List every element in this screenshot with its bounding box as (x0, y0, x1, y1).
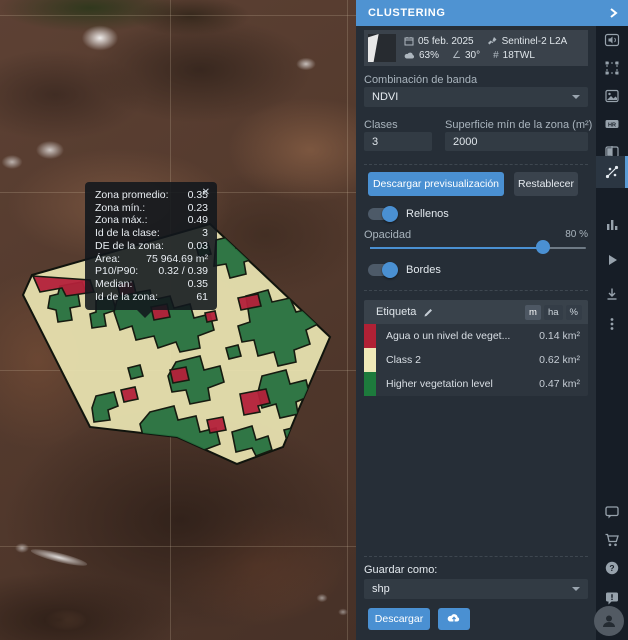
opacity-slider-thumb[interactable] (536, 240, 550, 254)
scene-date: 05 feb. 2025 (404, 36, 474, 47)
tooltip-value: 61 (196, 291, 208, 304)
tooltip-label: P10/P90: (95, 265, 138, 278)
account-avatar[interactable] (594, 606, 624, 636)
satellite-icon (487, 36, 498, 46)
person-icon (600, 612, 618, 630)
reset-button[interactable]: Restablecer (514, 172, 578, 196)
tooltip-value: 3 (202, 227, 208, 240)
class-label: Higher vegetation level (386, 378, 493, 390)
legend-row[interactable]: Class 2 0.62 km² (364, 348, 588, 372)
chat-icon[interactable] (596, 498, 628, 526)
cloud-upload-icon (447, 612, 461, 623)
help-icon[interactable]: ? (596, 554, 628, 582)
tooltip-label: Zona promedio: (95, 189, 169, 202)
hash-icon: # (493, 50, 499, 61)
clustering-zones-layer[interactable] (0, 0, 356, 640)
tool-analytics-bars-icon[interactable] (596, 210, 628, 238)
tooltip-label: Área: (95, 253, 120, 266)
scene-cloud-cover: 63% (404, 50, 439, 61)
chevron-down-icon (572, 95, 580, 99)
calendar-icon (404, 36, 414, 46)
tool-speaker-icon[interactable] (596, 26, 628, 54)
tool-aoi-frame-icon[interactable] (596, 54, 628, 82)
class-area-value: 0.14 km² (539, 330, 580, 342)
scene-sun-angle: ∠ 30° (452, 50, 480, 61)
min-area-input[interactable]: 2000 (445, 132, 588, 151)
tool-clustering-icon[interactable] (596, 156, 628, 188)
tooltip-value: 0.32 / 0.39 (158, 265, 208, 278)
opacity-label: Opacidad (364, 229, 411, 241)
borders-toggle-label: Bordes (406, 264, 441, 276)
map-canvas[interactable]: ✕ Zona promedio: 0.35 Zona mín.: 0.23 Zona… (0, 0, 356, 640)
tooltip-value: 0.03 (188, 240, 208, 253)
unit-button-m[interactable]: m (525, 305, 541, 320)
fills-toggle[interactable] (368, 208, 396, 220)
clustering-panel: 05 feb. 2025 Sentinel-2 L2A 63% ∠ 30° # (356, 26, 596, 640)
angle-icon: ∠ (452, 50, 461, 61)
svg-text:HR: HR (608, 122, 616, 128)
cart-icon[interactable] (596, 526, 628, 554)
cloud-icon (404, 51, 415, 60)
legend-row[interactable]: Higher vegetation level 0.47 km² (364, 372, 588, 396)
tooltip-label: Zona máx.: (95, 214, 148, 227)
download-button[interactable]: Descargar (368, 608, 430, 630)
opacity-slider-fill (370, 247, 543, 249)
tooltip-label: Zona mín.: (95, 202, 145, 215)
collapse-panel-icon[interactable] (607, 6, 619, 20)
class-area-value: 0.47 km² (539, 378, 580, 390)
download-preview-button[interactable]: Descargar previsualización (368, 172, 504, 196)
tool-download-icon[interactable] (596, 280, 628, 308)
tool-hr-badge-icon[interactable]: HR (596, 110, 628, 138)
tooltip-value: 0.49 (188, 214, 208, 227)
legend-row[interactable]: Agua o un nivel de veget... 0.14 km² (364, 324, 588, 348)
band-combination-select[interactable]: NDVI (364, 87, 588, 107)
unit-button-pct[interactable]: % (566, 305, 582, 320)
divider (364, 164, 588, 165)
opacity-value: 80 % (565, 229, 588, 240)
svg-text:?: ? (609, 563, 614, 573)
tool-image-icon[interactable] (596, 82, 628, 110)
divider (364, 556, 588, 557)
legend-block: Etiqueta m ha % Agua o un nivel de veget… (364, 300, 588, 396)
panel-header: CLUSTERING (356, 0, 628, 26)
cloud-upload-button[interactable] (438, 608, 470, 630)
tool-rail: HR ? (596, 26, 628, 640)
class-color-chip (364, 348, 376, 372)
scene-thumbnail (368, 34, 396, 62)
tooltip-label: DE de la zona: (95, 240, 164, 253)
unit-button-ha[interactable]: ha (544, 305, 563, 320)
zone-info-tooltip: ✕ Zona promedio: 0.35 Zona mín.: 0.23 Zona… (85, 182, 217, 310)
chevron-down-icon (572, 587, 580, 591)
tool-more-kebab-icon[interactable] (596, 310, 628, 338)
tooltip-value: 0.35 (188, 278, 208, 291)
save-as-label: Guardar como: (364, 564, 437, 576)
edit-pencil-icon[interactable] (423, 307, 434, 318)
borders-toggle[interactable] (368, 264, 396, 276)
tooltip-close-icon[interactable]: ✕ (202, 188, 210, 198)
tooltip-value: 75 964.69 m² (146, 253, 208, 266)
class-label: Agua o un nivel de veget... (386, 330, 510, 342)
tooltip-label: Id de la clase: (95, 227, 160, 240)
tooltip-label: Id de la zona: (95, 291, 158, 304)
class-color-chip (364, 372, 376, 396)
class-area-value: 0.62 km² (539, 354, 580, 366)
scene-satellite: Sentinel-2 L2A (487, 36, 568, 47)
tool-play-icon[interactable] (596, 246, 628, 274)
divider (364, 290, 588, 291)
tooltip-label: Median: (95, 278, 132, 291)
legend-title: Etiqueta (376, 306, 416, 318)
min-area-label: Superficie mín de la zona (m²) (445, 119, 592, 131)
fills-toggle-label: Rellenos (406, 208, 449, 220)
class-color-chip (364, 324, 376, 348)
band-combination-label: Combinación de banda (364, 74, 477, 86)
save-format-select[interactable]: shp (364, 579, 588, 599)
classes-input[interactable]: 3 (364, 132, 432, 151)
legend-header: Etiqueta m ha % (364, 300, 588, 324)
tooltip-value: 0.23 (188, 202, 208, 215)
panel-title: CLUSTERING (368, 7, 446, 19)
classes-label: Clases (364, 119, 398, 131)
scene-tile: # 18TWL (493, 50, 535, 61)
class-label: Class 2 (386, 354, 421, 366)
scene-card[interactable]: 05 feb. 2025 Sentinel-2 L2A 63% ∠ 30° # (364, 30, 588, 66)
